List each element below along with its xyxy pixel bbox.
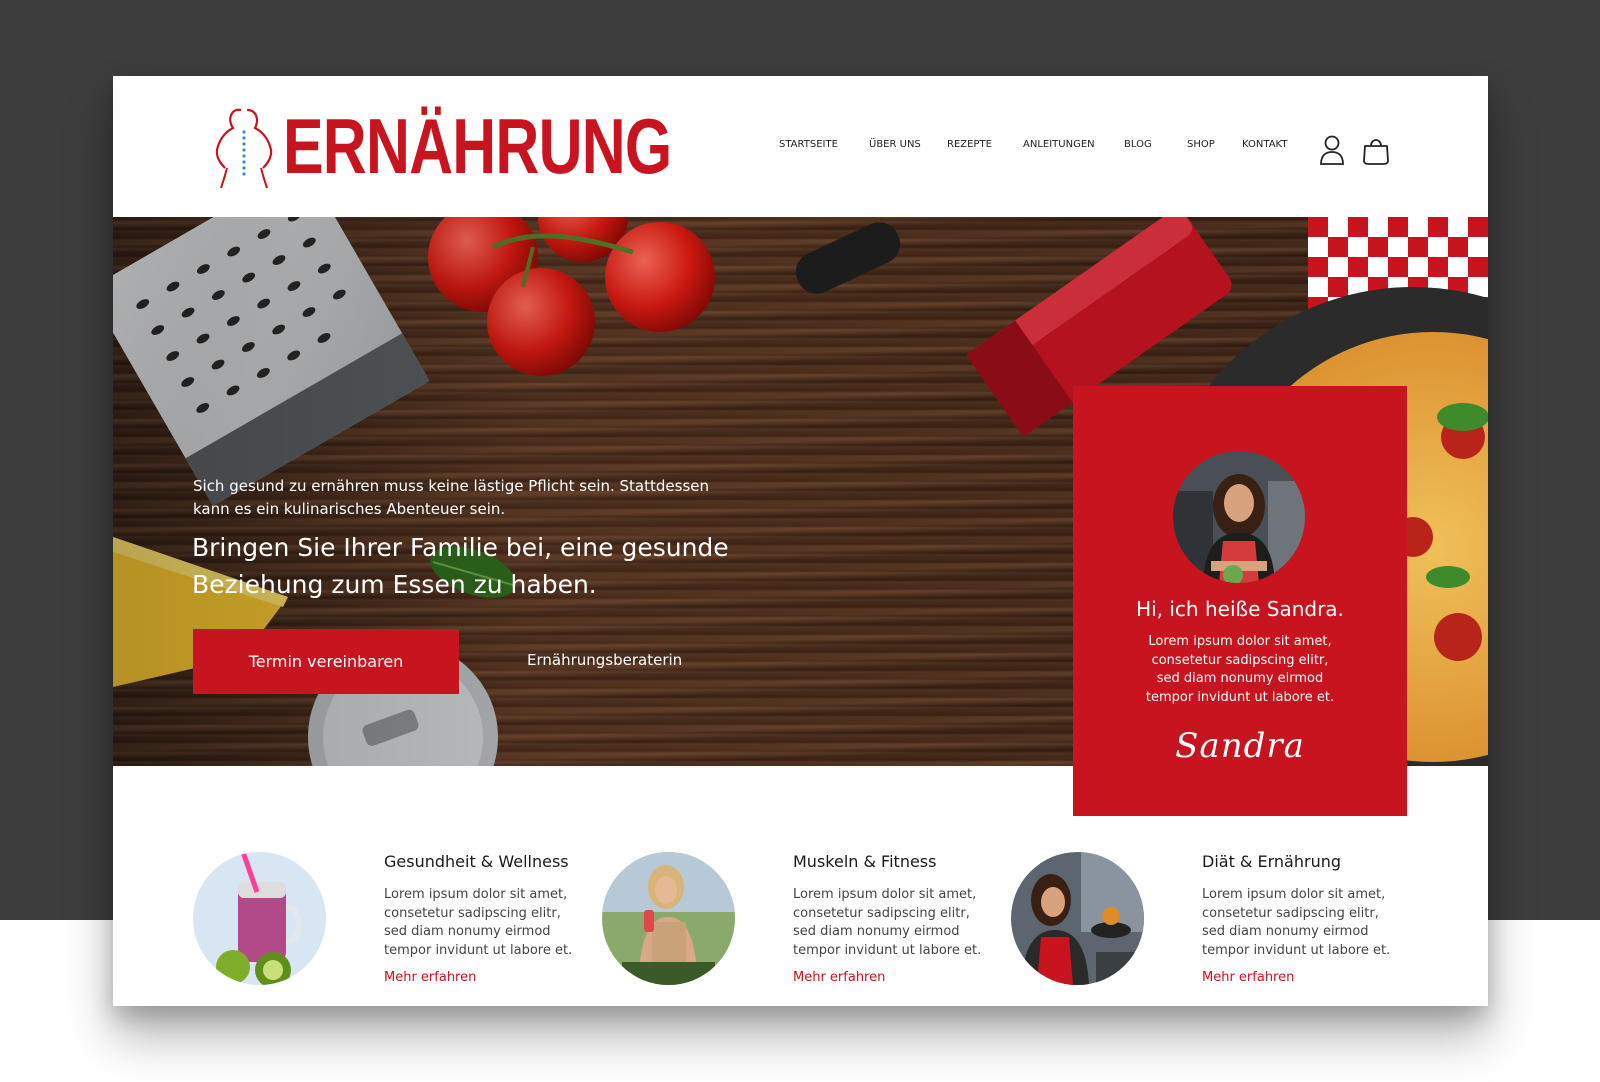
signature: Sandra <box>1175 726 1305 766</box>
website-mockup: ERNÄHRUNG STARTSEITE ÜBER UNS REZEPTE AN… <box>113 76 1488 1006</box>
spine-figure-icon <box>215 108 273 189</box>
cooking-woman-image <box>1011 852 1144 985</box>
feature-text-fitness: Lorem ipsum dolor sit amet, consetetur s… <box>793 887 982 958</box>
feature-text-diet: Lorem ipsum dolor sit amet, consetetur s… <box>1202 887 1391 958</box>
hero-title: Bringen Sie Ihrer Familie bei, eine gesu… <box>192 533 729 599</box>
feature-title-diet: Diät & Ernährung <box>1202 852 1341 871</box>
smoothie-image <box>193 852 326 985</box>
feature-link-fitness[interactable]: Mehr erfahren <box>793 970 885 985</box>
feature-link-diet[interactable]: Mehr erfahren <box>1202 970 1294 985</box>
feature-title-wellness: Gesundheit & Wellness <box>384 852 569 871</box>
profile-text: Lorem ipsum dolor sit amet, consetetur s… <box>1145 634 1335 705</box>
fitness-woman-image <box>602 852 735 985</box>
nav-item-rezepte[interactable]: REZEPTE <box>947 139 992 150</box>
site-header: ERNÄHRUNG STARTSEITE ÜBER UNS REZEPTE AN… <box>113 76 1488 217</box>
profile-card: Hi, ich heiße Sandra. Lorem ipsum dolor … <box>1073 386 1407 816</box>
nav-item-blog[interactable]: BLOG <box>1124 139 1152 150</box>
logo[interactable]: ERNÄHRUNG <box>211 102 781 190</box>
nav-item-ueber-uns[interactable]: ÜBER UNS <box>869 139 921 150</box>
nav-item-shop[interactable]: SHOP <box>1187 139 1215 150</box>
appointment-button[interactable]: Termin vereinbaren <box>193 629 459 694</box>
nav-item-startseite[interactable]: STARTSEITE <box>779 139 838 150</box>
feature-title-fitness: Muskeln & Fitness <box>793 852 937 871</box>
user-icon[interactable] <box>1317 134 1347 166</box>
nutritionist-link[interactable]: Ernährungsberaterin <box>527 651 682 669</box>
feature-link-wellness[interactable]: Mehr erfahren <box>384 970 476 985</box>
avatar <box>1173 451 1305 583</box>
nav-item-anleitungen[interactable]: ANLEITUNGEN <box>1023 139 1095 150</box>
brand-name: ERNÄHRUNG <box>283 102 672 190</box>
profile-greeting: Hi, ich heiße Sandra. <box>1136 597 1344 621</box>
shopping-bag-icon[interactable] <box>1361 134 1391 166</box>
hero-subtitle: Sich gesund zu ernähren muss keine lästi… <box>193 477 710 518</box>
feature-text-wellness: Lorem ipsum dolor sit amet, consetetur s… <box>384 887 573 958</box>
nav-item-kontakt[interactable]: KONTAKT <box>1242 139 1287 150</box>
